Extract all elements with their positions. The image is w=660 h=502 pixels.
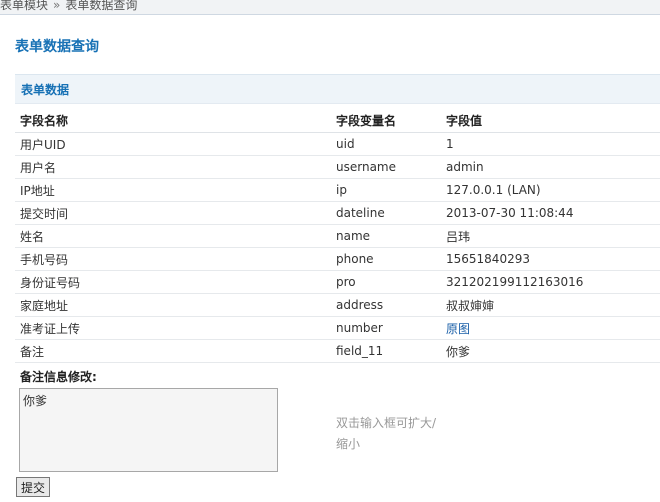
cell-field-value: 吕玮 bbox=[441, 224, 660, 248]
cell-variable-name: pro bbox=[331, 270, 441, 294]
cell-variable-name: field_11 bbox=[331, 339, 441, 363]
form-data-table: 字段名称 字段变量名 字段值 用户UID uid 1 用户名 username … bbox=[15, 108, 660, 363]
breadcrumb-current: 表单数据查询 bbox=[65, 0, 138, 12]
cell-field-value: 1 bbox=[441, 132, 660, 156]
column-header-field-name: 字段名称 bbox=[15, 108, 331, 133]
cell-field-value: 127.0.0.1 (LAN) bbox=[441, 178, 660, 202]
cell-field-name: 提交时间 bbox=[15, 201, 331, 225]
table-row: 备注 field_11 你爹 bbox=[15, 339, 660, 363]
original-image-link[interactable]: 原图 bbox=[446, 322, 470, 336]
cell-field-name: 准考证上传 bbox=[15, 316, 331, 340]
breadcrumb: 表单模块 » 表单数据查询 bbox=[0, 0, 660, 15]
section-title: 表单数据 bbox=[21, 83, 70, 97]
breadcrumb-parent[interactable]: 表单模块 bbox=[0, 0, 48, 11]
cell-variable-name: phone bbox=[331, 247, 441, 271]
table-row: 姓名 name 吕玮 bbox=[15, 224, 660, 248]
cell-variable-name: number bbox=[331, 316, 441, 340]
cell-field-value: 你爹 bbox=[441, 339, 660, 363]
column-header-variable-name: 字段变量名 bbox=[331, 108, 441, 133]
note-textarea[interactable]: 你爹 bbox=[19, 388, 278, 472]
table-header-row: 字段名称 字段变量名 字段值 bbox=[15, 108, 660, 133]
cell-field-name: IP地址 bbox=[15, 178, 331, 202]
section-header: 表单数据 bbox=[15, 74, 660, 104]
cell-variable-name: address bbox=[331, 293, 441, 317]
cell-field-value: 15651840293 bbox=[441, 247, 660, 271]
cell-field-value: 原图 bbox=[441, 316, 660, 340]
cell-field-value: 叔叔婶婶 bbox=[441, 293, 660, 317]
cell-field-value: 321202199112163016 bbox=[441, 270, 660, 294]
cell-field-name: 手机号码 bbox=[15, 247, 331, 271]
cell-variable-name: name bbox=[331, 224, 441, 248]
cell-field-name: 身份证号码 bbox=[15, 270, 331, 294]
table-row: 用户名 username admin bbox=[15, 155, 660, 179]
cell-field-name: 备注 bbox=[15, 339, 331, 363]
cell-variable-name: ip bbox=[331, 178, 441, 202]
cell-variable-name: dateline bbox=[331, 201, 441, 225]
table-row: 手机号码 phone 15651840293 bbox=[15, 247, 660, 271]
table-row: 家庭地址 address 叔叔婶婶 bbox=[15, 293, 660, 317]
column-header-field-value: 字段值 bbox=[441, 108, 660, 133]
cell-variable-name: username bbox=[331, 155, 441, 179]
cell-variable-name: uid bbox=[331, 132, 441, 156]
cell-field-name: 用户名 bbox=[15, 155, 331, 179]
table-row: 用户UID uid 1 bbox=[15, 132, 660, 156]
textarea-resize-hint: 双击输入框可扩大/缩小 bbox=[336, 416, 437, 451]
table-row: 准考证上传 number 原图 bbox=[15, 316, 660, 340]
cell-field-name: 用户UID bbox=[15, 132, 331, 156]
cell-field-name: 家庭地址 bbox=[15, 293, 331, 317]
cell-field-value: admin bbox=[441, 155, 660, 179]
cell-field-value: 2013-07-30 11:08:44 bbox=[441, 201, 660, 225]
submit-button[interactable]: 提交 bbox=[16, 477, 50, 497]
cell-field-name: 姓名 bbox=[15, 224, 331, 248]
table-row: IP地址 ip 127.0.0.1 (LAN) bbox=[15, 178, 660, 202]
table-row: 提交时间 dateline 2013-07-30 11:08:44 bbox=[15, 201, 660, 225]
page-title: 表单数据查询 bbox=[15, 39, 99, 55]
note-edit-label: 备注信息修改: bbox=[20, 370, 97, 384]
breadcrumb-separator: » bbox=[53, 0, 61, 12]
table-row: 身份证号码 pro 321202199112163016 bbox=[15, 270, 660, 294]
